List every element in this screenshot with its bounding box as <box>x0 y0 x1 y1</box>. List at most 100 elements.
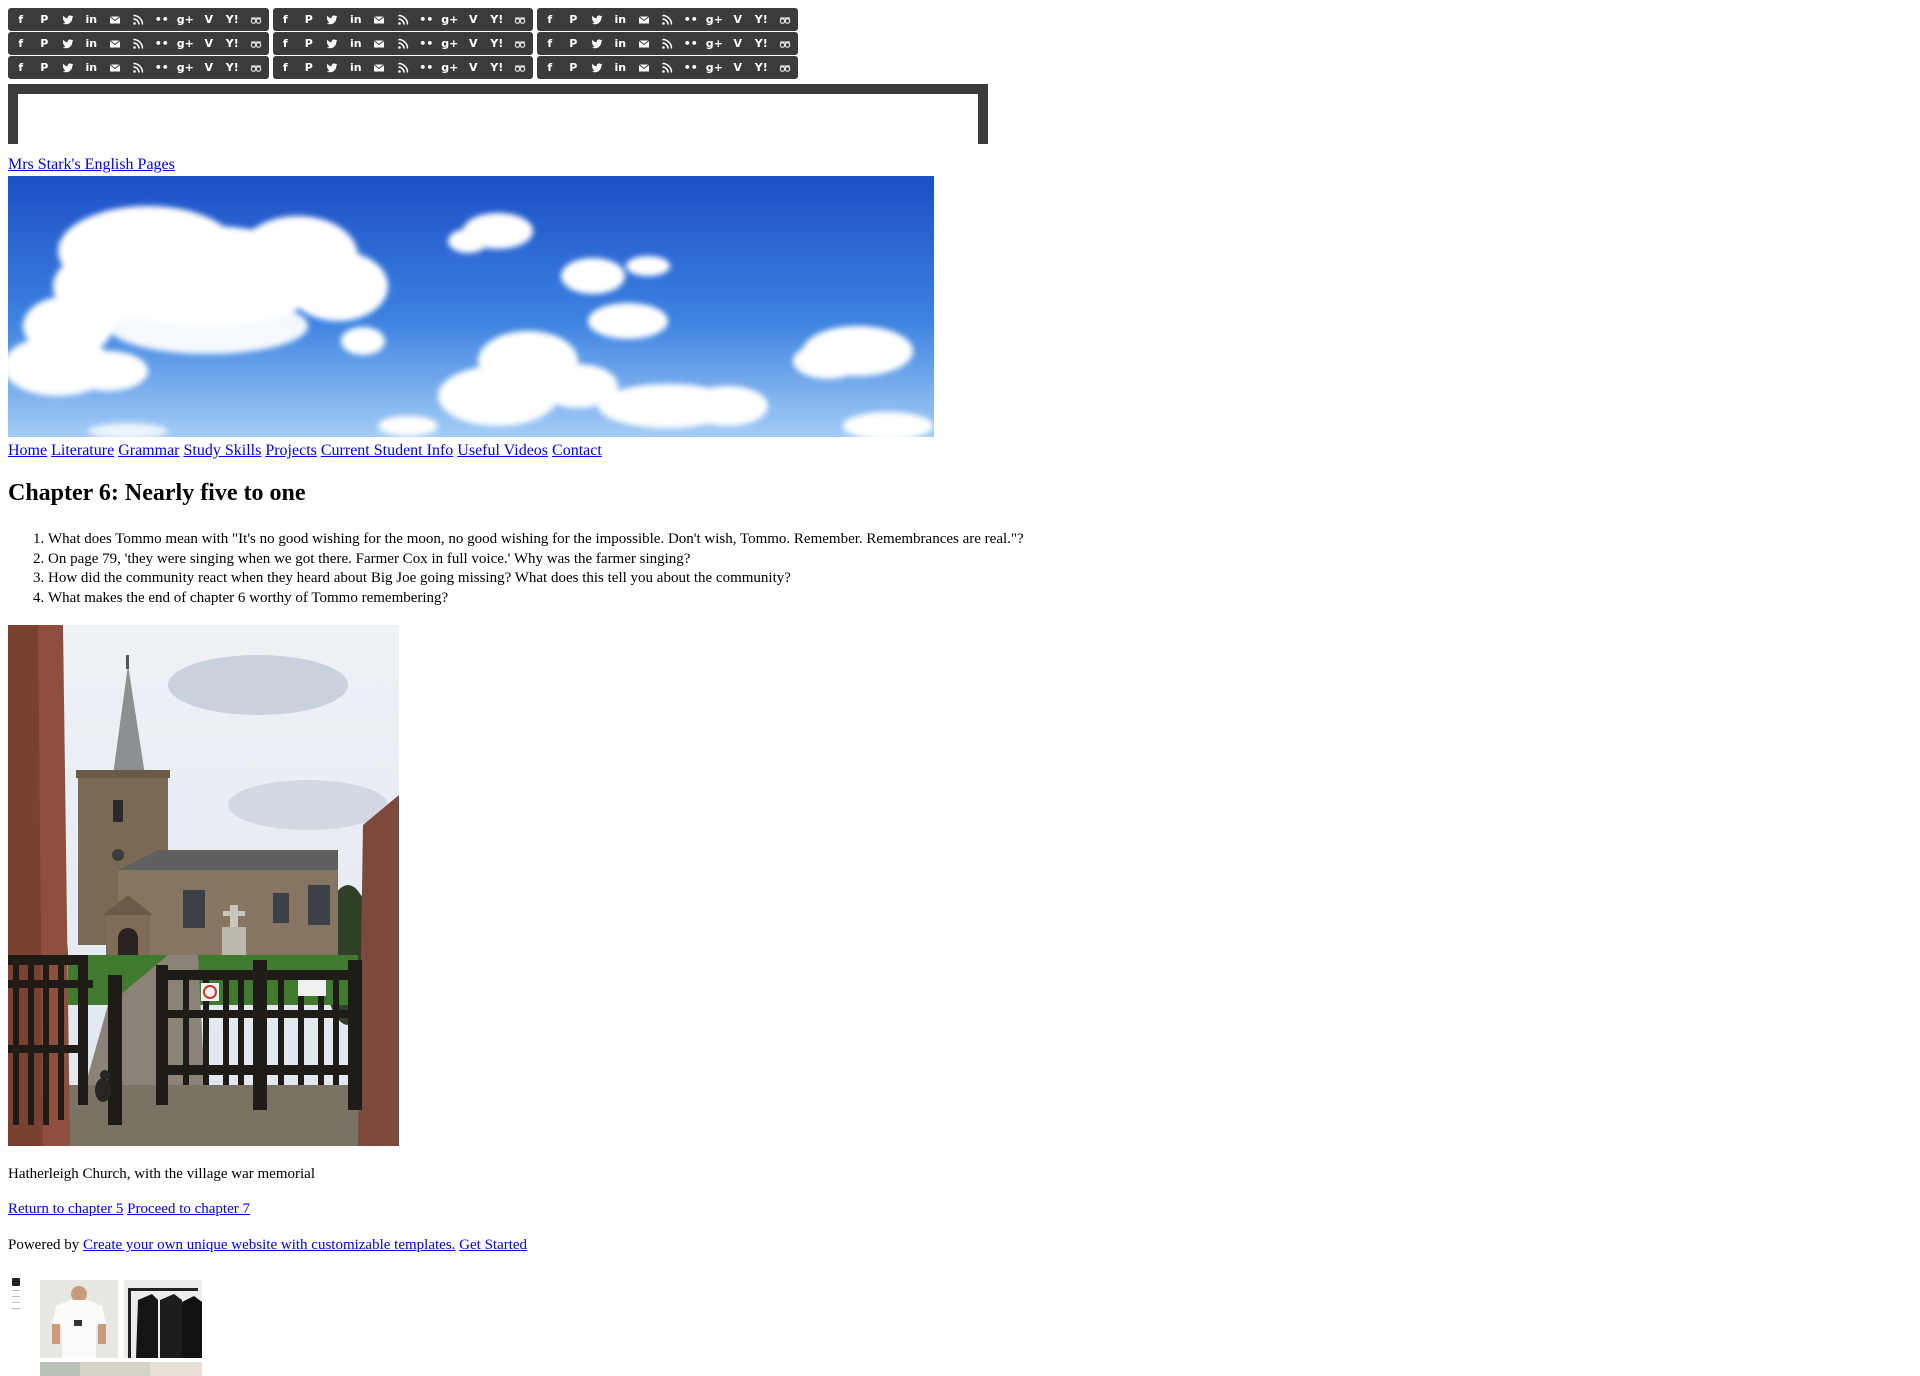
twitter-icon[interactable] <box>56 33 80 54</box>
vimeo-icon[interactable]: V <box>726 33 750 54</box>
twitter-icon[interactable] <box>585 9 609 30</box>
yahoo-icon[interactable]: Y! <box>750 57 774 78</box>
facebook-icon[interactable]: f <box>274 57 298 78</box>
tripadvisor-icon[interactable] <box>244 33 268 54</box>
yahoo-icon[interactable]: Y! <box>485 57 509 78</box>
yahoo-icon[interactable]: Y! <box>485 33 509 54</box>
tripadvisor-icon[interactable] <box>509 57 533 78</box>
twitter-icon[interactable] <box>585 57 609 78</box>
rss-icon[interactable] <box>391 33 415 54</box>
yahoo-icon[interactable]: Y! <box>221 57 245 78</box>
pinterest-icon[interactable]: P <box>297 33 321 54</box>
rss-icon[interactable] <box>127 33 151 54</box>
linkedin-icon[interactable]: in <box>80 33 104 54</box>
google-plus-icon[interactable]: g+ <box>438 57 462 78</box>
tripadvisor-icon[interactable] <box>244 57 268 78</box>
twitter-icon[interactable] <box>321 33 345 54</box>
twitter-icon[interactable] <box>56 9 80 30</box>
prev-chapter-link[interactable]: Return to chapter 5 <box>8 1201 123 1217</box>
facebook-icon[interactable]: f <box>9 9 33 30</box>
pinterest-icon[interactable]: P <box>297 9 321 30</box>
nav-useful-videos[interactable]: Useful Videos <box>457 442 548 459</box>
facebook-icon[interactable]: f <box>538 33 562 54</box>
nav-projects[interactable]: Projects <box>265 442 317 459</box>
nav-study-skills[interactable]: Study Skills <box>184 442 262 459</box>
facebook-icon[interactable]: f <box>9 57 33 78</box>
rss-icon[interactable] <box>391 57 415 78</box>
mail-icon[interactable] <box>368 33 392 54</box>
flickr-icon[interactable]: •• <box>415 33 439 54</box>
flickr-icon[interactable]: •• <box>679 57 703 78</box>
google-plus-icon[interactable]: g+ <box>174 57 198 78</box>
vimeo-icon[interactable]: V <box>197 33 221 54</box>
tripadvisor-icon[interactable] <box>773 57 797 78</box>
vimeo-icon[interactable]: V <box>462 9 486 30</box>
linkedin-icon[interactable]: in <box>609 9 633 30</box>
tripadvisor-icon[interactable] <box>773 33 797 54</box>
create-website-link[interactable]: Create your own unique website with cust… <box>83 1237 455 1253</box>
vimeo-icon[interactable]: V <box>197 57 221 78</box>
facebook-icon[interactable]: f <box>538 57 562 78</box>
mail-icon[interactable] <box>632 9 656 30</box>
flickr-icon[interactable]: •• <box>679 33 703 54</box>
rss-icon[interactable] <box>656 33 680 54</box>
yahoo-icon[interactable]: Y! <box>750 9 774 30</box>
next-chapter-link[interactable]: Proceed to chapter 7 <box>127 1201 250 1217</box>
google-plus-icon[interactable]: g+ <box>438 33 462 54</box>
google-plus-icon[interactable]: g+ <box>438 9 462 30</box>
google-plus-icon[interactable]: g+ <box>703 57 727 78</box>
twitter-icon[interactable] <box>585 33 609 54</box>
rss-icon[interactable] <box>656 9 680 30</box>
pinterest-icon[interactable]: P <box>562 57 586 78</box>
vimeo-icon[interactable]: V <box>726 9 750 30</box>
flickr-icon[interactable]: •• <box>415 57 439 78</box>
linkedin-icon[interactable]: in <box>344 57 368 78</box>
rss-icon[interactable] <box>127 57 151 78</box>
rss-icon[interactable] <box>127 9 151 30</box>
tripadvisor-icon[interactable] <box>509 33 533 54</box>
flickr-icon[interactable]: •• <box>415 9 439 30</box>
flickr-icon[interactable]: •• <box>679 9 703 30</box>
site-title-link[interactable]: Mrs Stark's English Pages <box>8 156 175 174</box>
facebook-icon[interactable]: f <box>538 9 562 30</box>
facebook-icon[interactable]: f <box>9 33 33 54</box>
tripadvisor-icon[interactable] <box>773 9 797 30</box>
twitter-icon[interactable] <box>321 9 345 30</box>
yahoo-icon[interactable]: Y! <box>485 9 509 30</box>
linkedin-icon[interactable]: in <box>80 9 104 30</box>
pinterest-icon[interactable]: P <box>297 57 321 78</box>
pinterest-icon[interactable]: P <box>33 57 57 78</box>
promo-hoodies-image[interactable] <box>124 1280 202 1358</box>
mail-icon[interactable] <box>632 33 656 54</box>
rss-icon[interactable] <box>391 9 415 30</box>
nav-current-student-info[interactable]: Current Student Info <box>321 442 453 459</box>
pinterest-icon[interactable]: P <box>33 33 57 54</box>
linkedin-icon[interactable]: in <box>609 33 633 54</box>
linkedin-icon[interactable]: in <box>80 57 104 78</box>
flickr-icon[interactable]: •• <box>150 57 174 78</box>
flickr-icon[interactable]: •• <box>150 33 174 54</box>
tripadvisor-icon[interactable] <box>509 9 533 30</box>
facebook-icon[interactable]: f <box>274 9 298 30</box>
google-plus-icon[interactable]: g+ <box>703 9 727 30</box>
nav-grammar[interactable]: Grammar <box>118 442 179 459</box>
yahoo-icon[interactable]: Y! <box>221 9 245 30</box>
vimeo-icon[interactable]: V <box>462 33 486 54</box>
pinterest-icon[interactable]: P <box>562 33 586 54</box>
get-started-link[interactable]: Get Started <box>459 1237 527 1253</box>
linkedin-icon[interactable]: in <box>344 33 368 54</box>
vimeo-icon[interactable]: V <box>462 57 486 78</box>
promo-third-image[interactable] <box>40 1362 202 1376</box>
flickr-icon[interactable]: •• <box>150 9 174 30</box>
promo-tshirt-image[interactable] <box>40 1280 118 1358</box>
nav-home[interactable]: Home <box>8 442 47 459</box>
tripadvisor-icon[interactable] <box>244 9 268 30</box>
yahoo-icon[interactable]: Y! <box>221 33 245 54</box>
mail-icon[interactable] <box>103 9 127 30</box>
pinterest-icon[interactable]: P <box>562 9 586 30</box>
twitter-icon[interactable] <box>321 57 345 78</box>
mail-icon[interactable] <box>368 9 392 30</box>
linkedin-icon[interactable]: in <box>609 57 633 78</box>
yahoo-icon[interactable]: Y! <box>750 33 774 54</box>
google-plus-icon[interactable]: g+ <box>703 33 727 54</box>
